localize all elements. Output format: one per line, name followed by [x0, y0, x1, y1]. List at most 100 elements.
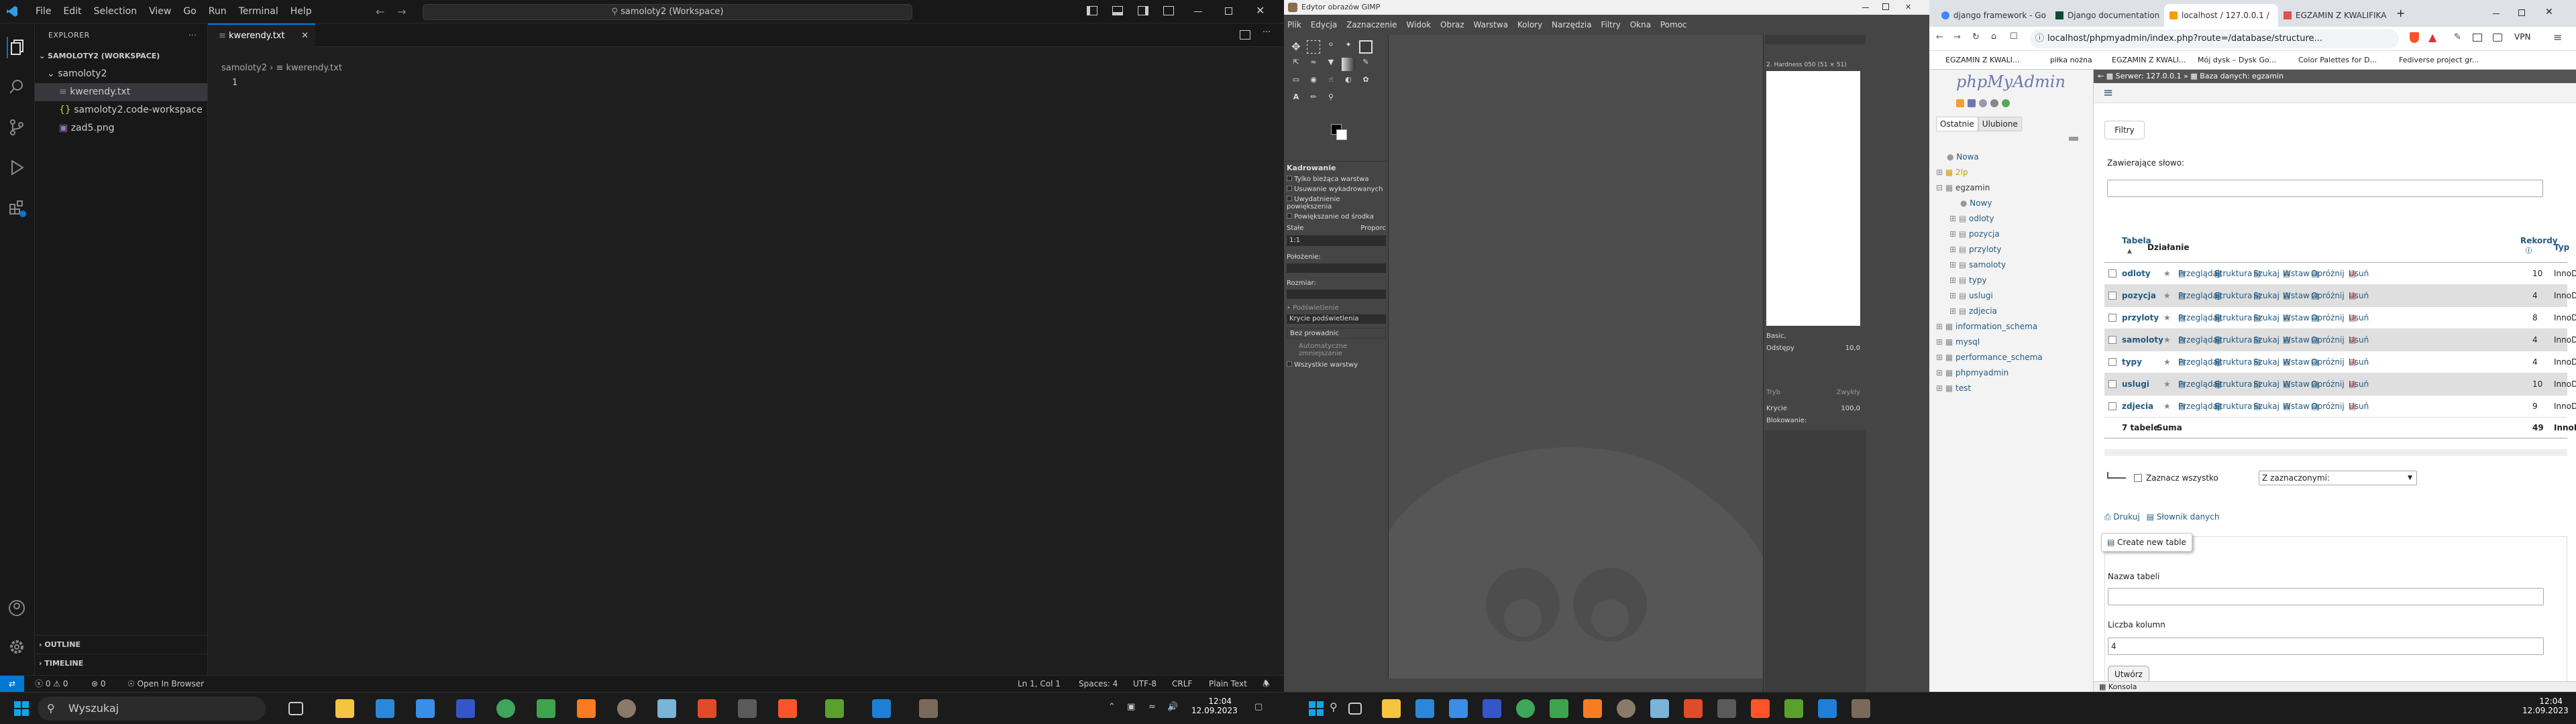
menu-run[interactable]: Run — [203, 0, 233, 23]
gimp-icon[interactable] — [1617, 699, 1635, 718]
gradient-tool-icon[interactable] — [1342, 58, 1355, 71]
app-icon[interactable] — [1784, 699, 1803, 718]
clock-left[interactable]: 12:04 12.09.2023 — [1191, 697, 1238, 715]
mode-row[interactable]: Tryb Zwykły — [1766, 389, 1860, 396]
checkbox[interactable] — [1287, 196, 1292, 201]
tray-chevron-icon[interactable]: ⌃ — [1108, 702, 1116, 712]
cursor-position[interactable]: Ln 1, Col 1 — [1018, 676, 1061, 692]
close-icon[interactable]: ✕ — [1256, 4, 1265, 17]
brush-preset-select[interactable]: Basic, — [1766, 333, 1786, 340]
tree-db-performance-schema[interactable]: ⊞ ▦ performance_schema — [1936, 351, 2043, 364]
table-name-link[interactable]: przyloty — [2122, 307, 2159, 329]
breadcrumb-server[interactable]: Serwer: 127.0.0.1 — [2116, 72, 2182, 80]
file-item-workspace[interactable]: {} samoloty2.code-workspace — [35, 101, 207, 119]
eol[interactable]: CRLF — [1172, 676, 1192, 692]
task-view-icon[interactable] — [288, 702, 303, 715]
gimp-menu-edit[interactable]: Edycja — [1307, 20, 1341, 29]
crop-tool-icon[interactable] — [1359, 40, 1373, 54]
table-name-link[interactable]: typy — [2122, 351, 2142, 373]
clone-tool-icon[interactable]: ◉ — [1307, 75, 1320, 88]
console-bar[interactable]: ▦ Konsola — [2094, 681, 2576, 692]
more-actions-icon[interactable]: ··· — [1263, 27, 1271, 38]
app-icon[interactable] — [825, 699, 844, 718]
tree-new[interactable]: ● Nowa — [1947, 150, 1979, 164]
menu-file[interactable]: File — [30, 0, 57, 23]
tree-db-2lp[interactable]: ⊞ ▦ 2lp — [1936, 166, 1968, 179]
fuzzy-select-tool-icon[interactable]: ✦ — [1342, 40, 1355, 54]
gimp-menu-select[interactable]: Zaznaczenie — [1343, 20, 1400, 29]
layers-list[interactable] — [1765, 430, 1866, 717]
highlight-opacity-slider[interactable]: Krycie podświetlenia — [1287, 314, 1386, 324]
background-color-swatch[interactable] — [1336, 129, 1347, 140]
tree-table-uslugi[interactable]: ⊞ ▤ uslugi — [1949, 289, 1993, 302]
wifi-icon[interactable]: ≈ — [1148, 702, 1156, 712]
extensions-icon[interactable] — [7, 198, 28, 219]
toggle-sidebar-icon[interactable] — [1087, 6, 1097, 15]
file-explorer-icon[interactable] — [1382, 699, 1401, 718]
breadcrumb-folder[interactable]: samoloty2 — [221, 63, 267, 73]
gimp-menu-layer[interactable]: Warstwa — [1470, 20, 1512, 29]
row-checkbox[interactable] — [2108, 292, 2116, 300]
checkbox[interactable] — [1287, 186, 1292, 191]
app-icon[interactable] — [657, 699, 676, 718]
app-icon[interactable] — [738, 699, 757, 718]
row-checkbox[interactable] — [2108, 358, 2116, 366]
menu-icon[interactable]: ≡ — [2553, 31, 2562, 44]
option-allow-growing[interactable]: Uwydatnienie powiększenia — [1284, 194, 1389, 212]
menu-help[interactable]: Help — [284, 0, 318, 23]
windows-start-button[interactable] — [13, 701, 30, 717]
workspace-header[interactable]: ⌄ SAMOLOTY2 (WORKSPACE) — [35, 47, 207, 65]
gimp-menu-file[interactable]: Plik — [1284, 20, 1305, 29]
pma-logo[interactable]: phpMyAdmin — [1956, 72, 2065, 91]
gimp-icon[interactable] — [1851, 699, 1870, 718]
row-checkbox[interactable] — [2108, 402, 2116, 410]
position-inputs[interactable] — [1287, 263, 1386, 273]
eraser-tool-icon[interactable]: ▭ — [1289, 75, 1303, 88]
merge-option[interactable]: Wszystkie warstwy — [1284, 360, 1389, 370]
gimp-canvas-area[interactable] — [1389, 35, 1763, 678]
browser-tab-localhost[interactable]: localhost / 127.0.0.1 / — [2164, 4, 2278, 27]
opacity-row[interactable]: Krycie 100,0 — [1766, 405, 1860, 412]
new-tab-icon[interactable]: + — [2396, 7, 2405, 19]
taskbar-search[interactable]: ⚲ Wyszukaj — [38, 697, 266, 721]
xampp-icon[interactable] — [1583, 699, 1602, 718]
address-bar[interactable]: ⓘ localhost/phpmyadmin/index.php?route=/d… — [2030, 29, 2399, 48]
favorite-star-icon[interactable]: ★ — [2163, 263, 2171, 285]
browser-tab-django[interactable]: django framework - Go — [1936, 4, 2050, 27]
run-debug-icon[interactable] — [7, 158, 28, 179]
notification-icon[interactable]: ▢ — [1254, 702, 1263, 712]
table-name-input[interactable] — [2108, 588, 2544, 605]
open-browser-button[interactable]: ☉ Open In Browser — [127, 676, 204, 692]
lasso-tool-icon[interactable]: ⚪ — [1324, 40, 1338, 54]
fixed-select[interactable]: Proporc — [1360, 225, 1386, 232]
favorite-star-icon[interactable]: ★ — [2163, 351, 2171, 373]
reload-icon[interactable]: ↻ — [1972, 32, 1980, 42]
brave-shield-icon[interactable] — [2410, 32, 2419, 43]
app-icon[interactable] — [1684, 699, 1703, 718]
vscode-icon[interactable] — [872, 699, 891, 718]
app-icon[interactable] — [1550, 699, 1568, 718]
tree-table-typy[interactable]: ⊞ ▤ typy — [1949, 274, 1987, 287]
wallet-icon[interactable] — [2493, 34, 2502, 42]
tab-close-icon[interactable]: ✕ — [301, 25, 309, 47]
tree-table-odloty[interactable]: ⊞ ▤ odloty — [1949, 212, 1994, 225]
table-name-link[interactable]: odloty — [2122, 263, 2151, 285]
vscode-icon[interactable] — [1818, 699, 1837, 718]
search-icon[interactable]: ⚲ — [1330, 701, 1338, 713]
task-view-icon[interactable] — [1348, 703, 1362, 715]
checkbox[interactable] — [1287, 176, 1292, 181]
gimp-icon[interactable] — [617, 699, 636, 718]
logout-icon[interactable] — [1968, 99, 1976, 107]
guides-select[interactable]: Bez prowadnic — [1287, 328, 1386, 339]
gimp-menu-windows[interactable]: Okna — [1627, 20, 1654, 29]
app-icon[interactable] — [1483, 699, 1501, 718]
gimp-menu-tools[interactable]: Narzędzia — [1548, 20, 1595, 29]
rewards-icon[interactable]: ▲ — [2428, 31, 2436, 44]
xampp-icon[interactable] — [577, 699, 596, 718]
extensions-icon[interactable]: ✎ — [2454, 32, 2461, 42]
forward-arrow-icon[interactable]: → — [1953, 32, 1961, 42]
bookmark-icon[interactable]: ☐ — [2010, 32, 2018, 42]
picker-tool-icon[interactable]: ✏ — [1307, 93, 1320, 106]
row-checkbox[interactable] — [2108, 380, 2116, 388]
favorite-star-icon[interactable]: ★ — [2163, 307, 2171, 329]
